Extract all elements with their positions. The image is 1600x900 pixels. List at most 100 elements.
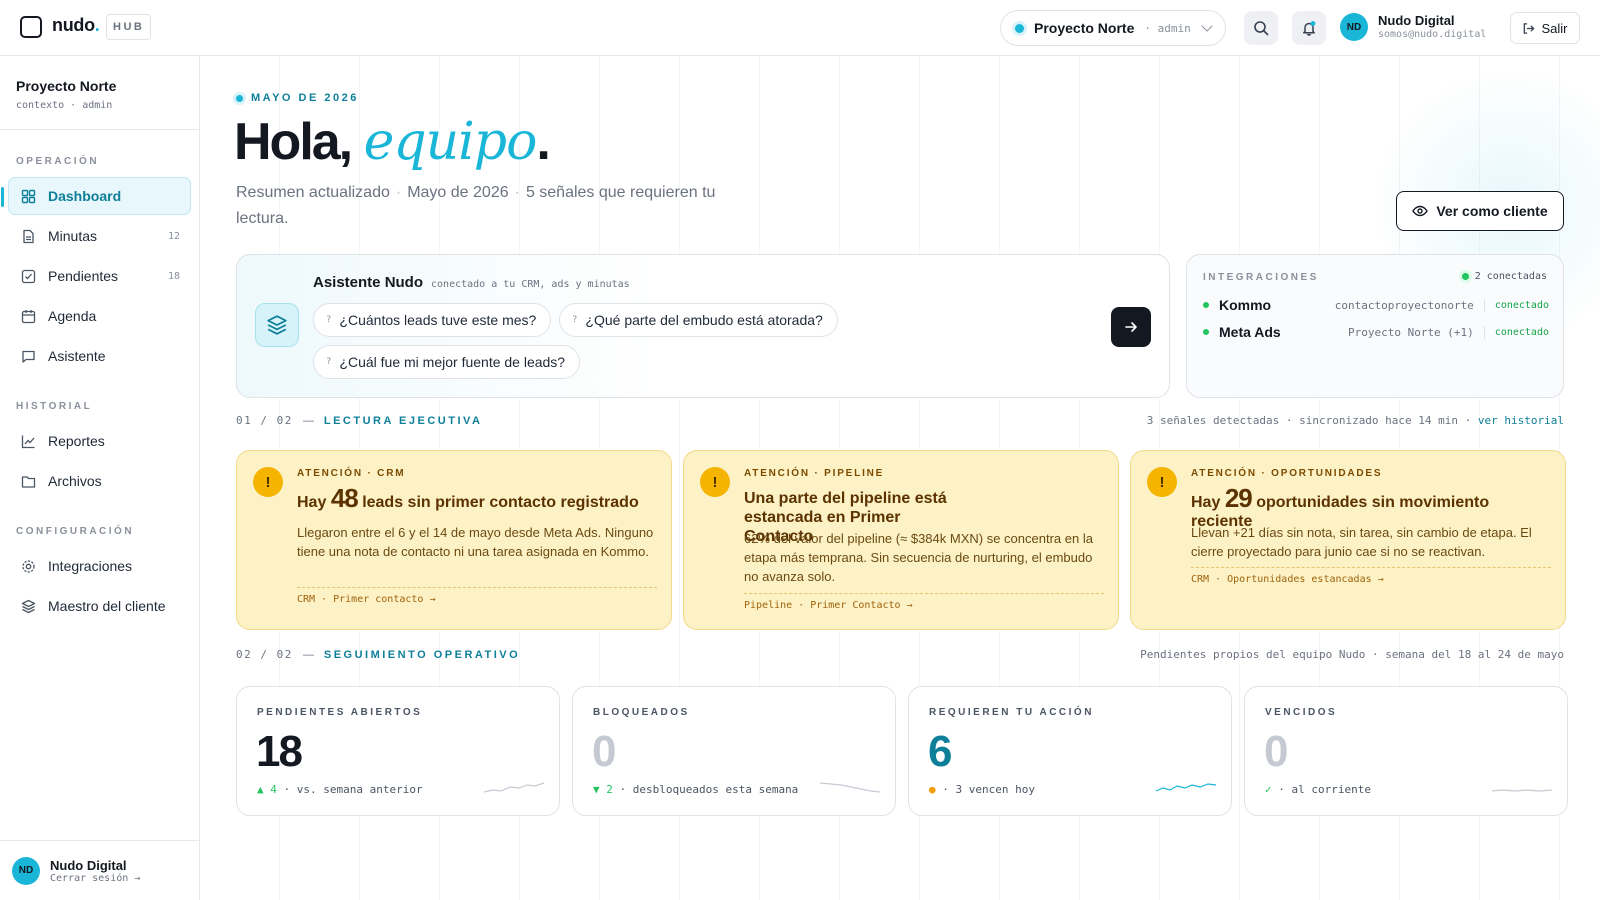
- kpi-value: 18: [256, 727, 303, 776]
- sidebar-item-integraciones[interactable]: Integraciones: [8, 547, 191, 585]
- alert-link[interactable]: CRM · Primer contacto →: [297, 587, 657, 605]
- history-link[interactable]: ver historial: [1478, 414, 1564, 427]
- kpi-value: 0: [1264, 727, 1289, 776]
- sidebar-section-operacion: OPERACIÓN: [16, 156, 100, 167]
- project-name: Proyecto Norte: [1034, 20, 1135, 36]
- kpi-card-pendientes[interactable]: PENDIENTES ABIERTOS 18 ▲ 4 · vs. semana …: [236, 686, 560, 816]
- avatar: ND: [1340, 13, 1368, 41]
- integration-account: Proyecto Norte (+1): [1348, 325, 1485, 339]
- sidebar-item-count: 12: [167, 230, 180, 242]
- chevron-down-icon: [1201, 20, 1213, 32]
- suggested-question[interactable]: ? ¿Qué parte del embudo está atorada?: [559, 303, 838, 337]
- sidebar-item-maestro[interactable]: Maestro del cliente: [8, 587, 191, 625]
- sparkline: [1491, 789, 1553, 792]
- alert-link[interactable]: Pipeline · Primer Contacto →: [744, 593, 1104, 611]
- sidebar-item-reportes[interactable]: Reportes: [8, 422, 191, 460]
- search-icon: [1254, 21, 1269, 36]
- status-dot-icon: [1203, 329, 1209, 335]
- section-header-seguimiento: 02 / 02— SEGUIMIENTO OPERATIVO: [236, 648, 521, 661]
- sidebar-item-label: Asistente: [48, 348, 106, 364]
- integrations-count: 2 conectadas: [1461, 271, 1547, 282]
- suggested-question[interactable]: ? ¿Cuál fue mi mejor fuente de leads?: [313, 345, 581, 379]
- sidebar-item-agenda[interactable]: Agenda: [8, 297, 191, 335]
- alert-card-pipeline[interactable]: ! ATENCIÓN · PIPELINE Una parte del pipe…: [683, 450, 1119, 630]
- sidebar-item-label: Agenda: [48, 308, 97, 324]
- document-icon: [23, 229, 34, 243]
- gear-icon: [22, 559, 35, 573]
- view-as-client-button[interactable]: Ver como cliente: [1396, 191, 1564, 231]
- assistant-card: Asistente Nudo conectado a tu CRM, ads y …: [236, 254, 1170, 398]
- logo-wordmark[interactable]: nudo.: [52, 15, 100, 36]
- user-name: Nudo Digital: [1378, 12, 1455, 28]
- alert-body: 62% del valor del pipeline (≈ $384k MXN)…: [744, 531, 1093, 584]
- alert-body: Llegaron entre el 6 y el 14 de mayo desd…: [297, 525, 654, 559]
- sidebar-item-label: Pendientes: [48, 268, 119, 284]
- date-eyebrow: MAYO DE 2026: [236, 92, 359, 104]
- alert-card-oportunidades[interactable]: ! ATENCIÓN · OPORTUNIDADES Hay 29 oportu…: [1130, 450, 1566, 630]
- logout-label: Salir: [1541, 20, 1568, 36]
- sparkline: [819, 782, 881, 793]
- chat-icon: [22, 350, 35, 363]
- sidebar-item-pendientes[interactable]: Pendientes 18: [8, 257, 191, 295]
- kpi-card-requieren-accion[interactable]: REQUIEREN TU ACCIÓN 6 ● · 3 vencen hoy: [908, 686, 1232, 816]
- integration-status: conectado: [1494, 299, 1549, 311]
- integration-row-meta-ads[interactable]: Meta Ads Proyecto Norte (+1) conectado: [1203, 322, 1549, 342]
- sidebar-item-archivos[interactable]: Archivos: [8, 462, 191, 500]
- sidebar-item-count: 18: [167, 270, 180, 282]
- integration-row-kommo[interactable]: Kommo contactoproyectonorte conectado: [1203, 295, 1549, 315]
- avatar: ND: [12, 856, 40, 885]
- project-selector[interactable]: Proyecto Norte · admin: [1000, 10, 1226, 46]
- sidebar-project-title: Proyecto Norte: [16, 78, 117, 94]
- send-button[interactable]: [1111, 307, 1151, 347]
- kpi-trend: ▲ 4 · vs. semana anterior: [257, 783, 423, 796]
- assistant-title: Asistente Nudo conectado a tu CRM, ads y …: [313, 274, 630, 291]
- alert-title: Hay 48 leads sin primer contacto registr…: [297, 483, 639, 513]
- sidebar-item-asistente[interactable]: Asistente: [8, 337, 191, 375]
- alert-link[interactable]: CRM · Oportunidades estancadas →: [1191, 567, 1551, 585]
- warning-icon: !: [253, 467, 283, 497]
- calendar-icon: [21, 309, 36, 323]
- sidebar-item-dashboard[interactable]: Dashboard: [1, 177, 191, 215]
- kpi-trend: ● · 3 vencen hoy: [929, 783, 1035, 796]
- logout-link[interactable]: Cerrar sesión →: [50, 873, 140, 884]
- logout-button[interactable]: Salir: [1510, 12, 1580, 44]
- integrations-card: INTEGRACIONES 2 conectadas Kommo contact…: [1186, 254, 1564, 398]
- checkbox-icon: [21, 269, 36, 283]
- warning-icon: !: [700, 467, 730, 497]
- suggested-question[interactable]: ? ¿Cuántos leads tuve este mes?: [313, 303, 552, 337]
- folder-icon: [21, 475, 36, 488]
- warning-icon: !: [1147, 467, 1177, 497]
- kpi-label: PENDIENTES ABIERTOS: [257, 707, 423, 718]
- sidebar-item-label: Reportes: [48, 433, 105, 449]
- page-title: Hola, equipo.: [234, 112, 551, 172]
- search-button[interactable]: [1244, 11, 1278, 45]
- kpi-trend: ▼ 2 · desbloqueados esta semana: [593, 783, 799, 796]
- arrow-right-icon: [1125, 322, 1137, 332]
- sidebar: Proyecto Norte contexto · admin OPERACIÓ…: [0, 56, 200, 900]
- user-email: somos@nudo.digital: [1378, 28, 1487, 40]
- eye-icon: [1412, 205, 1429, 217]
- alert-card-crm[interactable]: ! ATENCIÓN · CRM Hay 48 leads sin primer…: [236, 450, 672, 630]
- kpi-card-vencidos[interactable]: VENCIDOS 0 ✓ · al corriente: [1244, 686, 1568, 816]
- dashboard-icon: [21, 189, 36, 203]
- section-header-lectura: 01 / 02— LECTURA EJECUTIVA: [236, 414, 483, 427]
- hub-tag: HUB: [106, 14, 152, 40]
- kpi-label: BLOQUEADOS: [593, 707, 690, 718]
- sparkline: [483, 782, 545, 793]
- kpi-trend: ✓ · al corriente: [1265, 783, 1371, 796]
- notifications-button[interactable]: [1292, 11, 1326, 45]
- sidebar-item-label: Minutas: [48, 228, 98, 244]
- integrations-label: INTEGRACIONES: [1203, 272, 1319, 283]
- kpi-card-bloqueados[interactable]: BLOQUEADOS 0 ▼ 2 · desbloqueados esta se…: [572, 686, 896, 816]
- user-menu[interactable]: ND Nudo Digital somos@nudo.digital: [1340, 13, 1486, 41]
- top-bar: nudo. HUB Proyecto Norte · admin ND Nudo…: [0, 0, 1600, 56]
- sidebar-item-minutas[interactable]: Minutas 12: [8, 217, 191, 255]
- logo-mark: [20, 16, 42, 38]
- sidebar-section-configuracion: CONFIGURACIÓN: [16, 526, 135, 537]
- alert-body: Llevan +21 días sin nota, sin tarea, sin…: [1191, 525, 1532, 559]
- live-dot-icon: [236, 94, 243, 102]
- sparkline: [1155, 783, 1217, 792]
- kpi-label: REQUIEREN TU ACCIÓN: [929, 707, 1094, 718]
- page-summary: Resumen actualizado · Mayo de 2026 · 5 señal…: [236, 184, 716, 227]
- sidebar-header: Proyecto Norte contexto · admin: [0, 56, 199, 130]
